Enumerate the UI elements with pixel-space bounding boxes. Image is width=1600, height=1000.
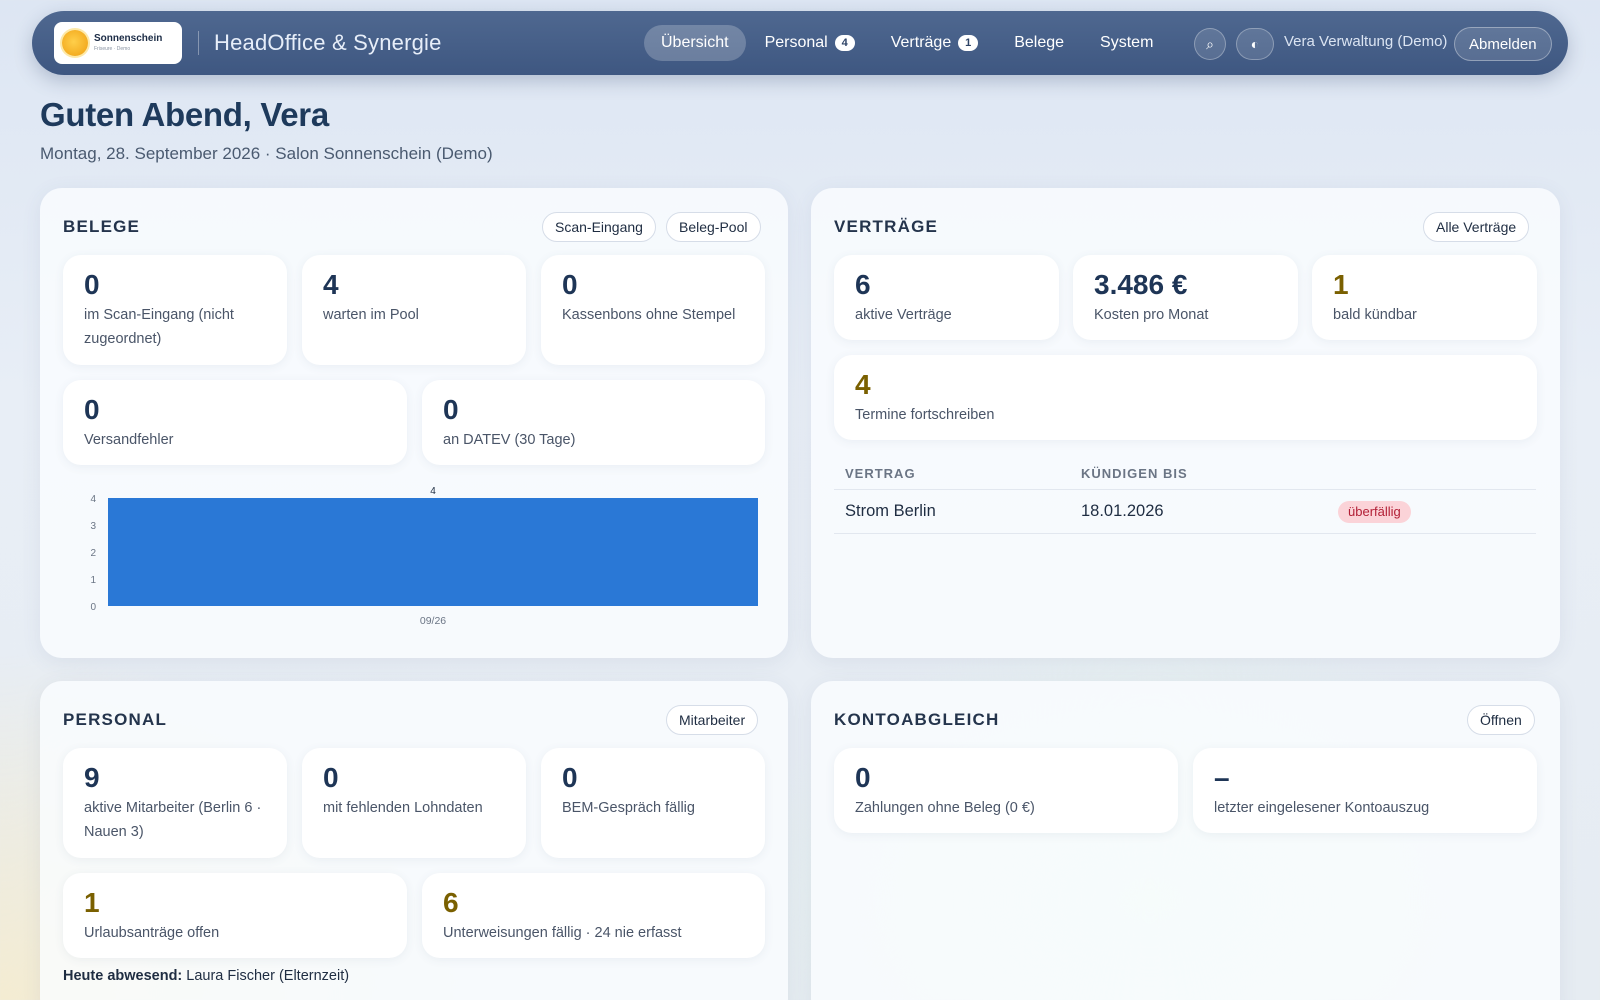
stat-scan-eingang[interactable]: 0 im Scan-Eingang (nicht zugeordnet) (63, 255, 287, 365)
stat-datev[interactable]: 0 an DATEV (30 Tage) (422, 380, 765, 465)
belege-title: BELEGE (63, 217, 141, 236)
stat-unterweisungen[interactable]: 6 Unterweisungen fällig · 24 nie erfasst (422, 873, 765, 958)
absent-today: Heute abwesend: Laura Fischer (Elternzei… (63, 968, 349, 984)
stat-aktive-mitarbeiter[interactable]: 9 aktive Mitarbeiter (Berlin 6 · Nauen 3… (63, 748, 287, 858)
y-tick-label: 4 (90, 494, 96, 505)
search-button[interactable]: ⌕ (1194, 28, 1226, 60)
chart-bar (108, 498, 758, 606)
stat-pool[interactable]: 4 warten im Pool (302, 255, 526, 365)
logo-name: Sonnenschein (94, 33, 163, 44)
contract-date: 18.01.2026 (1081, 502, 1164, 520)
page-subtitle: Montag, 28. September 2026 · Salon Sonne… (40, 144, 493, 163)
alle-vertraege-button[interactable]: Alle Verträge (1423, 212, 1530, 242)
table-row[interactable]: Strom Berlin 18.01.2026 überfällig (834, 490, 1536, 534)
stat-bem-gespraech[interactable]: 0 BEM-Gespräch fällig (541, 748, 765, 858)
personal-panel: PERSONAL Mitarbeiter 9 aktive Mitarbeite… (40, 681, 788, 1000)
scan-eingang-button[interactable]: Scan-Eingang (542, 212, 656, 242)
stat-urlaubsantraege[interactable]: 1 Urlaubsanträge offen (63, 873, 407, 958)
nav-link-system[interactable]: System (1083, 25, 1170, 61)
user-name: Vera Verwaltung (Demo) (1284, 33, 1448, 50)
stat-termine-fortschreiben[interactable]: 4 Termine fortschreiben (834, 355, 1537, 440)
stat-letzter-kontoauszug[interactable]: – letzter eingelesener Kontoauszug (1193, 748, 1537, 833)
brand-logo[interactable]: Sonnenschein Friseure · Demo (54, 22, 182, 64)
contract-name: Strom Berlin (845, 502, 936, 520)
nav-links: Übersicht Personal 4 Verträge 1 Belege S… (644, 25, 1172, 61)
search-icon: ⌕ (1206, 35, 1214, 52)
app-title: HeadOffice & Synergie (214, 30, 442, 55)
stat-fehlende-lohndaten[interactable]: 0 mit fehlenden Lohndaten (302, 748, 526, 858)
nav-link-uebersicht[interactable]: Übersicht (644, 25, 746, 61)
mitarbeiter-button[interactable]: Mitarbeiter (666, 705, 759, 735)
beleg-pool-button[interactable]: Beleg-Pool (666, 212, 761, 242)
absent-label: Heute abwesend: (63, 968, 183, 984)
nav-link-belege[interactable]: Belege (997, 25, 1081, 61)
data-label: 4 (430, 486, 436, 497)
table-header: VERTRAG KÜNDIGEN BIS (834, 458, 1536, 490)
vertraege-title: VERTRÄGE (834, 217, 939, 236)
contrast-icon: ◐ (1250, 36, 1260, 52)
col-vertrag: VERTRAG (845, 466, 916, 481)
stat-aktive-vertraege[interactable]: 6 aktive Verträge (834, 255, 1059, 340)
theme-toggle-button[interactable]: ◐ (1236, 28, 1274, 60)
personal-title: PERSONAL (63, 710, 168, 729)
vertraege-table: VERTRAG KÜNDIGEN BIS Strom Berlin 18.01.… (834, 458, 1536, 534)
stat-zahlungen-ohne-beleg[interactable]: 0 Zahlungen ohne Beleg (0 €) (834, 748, 1178, 833)
stat-kosten-pro-monat[interactable]: 3.486 € Kosten pro Monat (1073, 255, 1298, 340)
belege-panel: BELEGE Scan-Eingang Beleg-Pool 0 im Scan… (40, 188, 788, 658)
nav-badge-personal: 4 (834, 35, 855, 51)
x-tick-label: 09/26 (420, 615, 446, 627)
belege-bar-chart: 0 1 2 3 4 4 09/26 (90, 486, 758, 627)
col-kuendigen-bis: KÜNDIGEN BIS (1081, 466, 1188, 481)
stat-bald-kuendbar[interactable]: 1 bald kündbar (1312, 255, 1537, 340)
nav-divider (198, 31, 199, 55)
stat-versandfehler[interactable]: 0 Versandfehler (63, 380, 407, 465)
y-tick-label: 1 (90, 575, 96, 586)
stat-kassenbons[interactable]: 0 Kassenbons ohne Stempel (541, 255, 765, 365)
logout-button[interactable]: Abmelden (1454, 27, 1552, 61)
absent-value: Laura Fischer (Elternzeit) (186, 968, 350, 984)
oeffnen-button[interactable]: Öffnen (1467, 705, 1535, 735)
y-tick-label: 0 (90, 602, 96, 613)
logo-subtitle: Friseure · Demo (94, 46, 131, 52)
nav-badge-vertraege: 1 (958, 35, 979, 51)
top-navbar: Sonnenschein Friseure · Demo HeadOffice … (32, 11, 1568, 75)
nav-link-vertraege[interactable]: Verträge 1 (874, 25, 995, 61)
vertraege-panel: VERTRÄGE Alle Verträge 6 aktive Verträge… (811, 188, 1560, 658)
nav-link-personal[interactable]: Personal 4 (748, 25, 872, 61)
kontoabgleich-title: KONTOABGLEICH (834, 710, 1000, 729)
status-badge: überfällig (1338, 501, 1411, 523)
kontoabgleich-panel: KONTOABGLEICH Öffnen 0 Zahlungen ohne Be… (811, 681, 1560, 1000)
sun-icon (62, 30, 88, 56)
y-tick-label: 3 (90, 521, 96, 532)
page-title: Guten Abend, Vera (40, 96, 329, 133)
y-tick-label: 2 (90, 548, 96, 559)
